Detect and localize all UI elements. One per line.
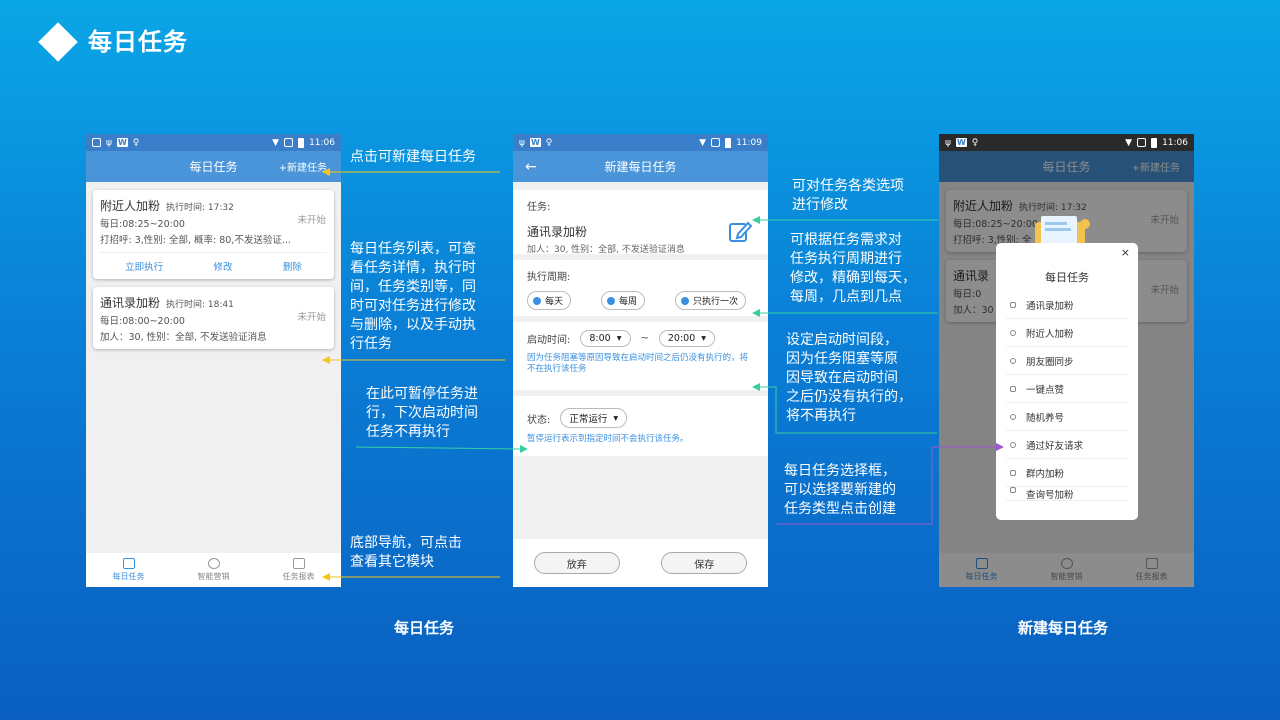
annotation-line: 行，下次启动时间 <box>366 405 478 421</box>
annotation-task-list: 每日任务列表，可查 看任务详情，执行时 间，任务类别等，同 时可对任务进行修改 … <box>350 240 476 354</box>
annotation-line: 查看其它模块 <box>350 554 434 570</box>
annotation-line: 将不再执行 <box>786 408 856 424</box>
annotation-line: 任务不再执行 <box>366 424 450 440</box>
annotation-line: 每日任务选择框， <box>784 463 896 479</box>
annotation-new-task: 点击可新建每日任务 <box>350 149 476 165</box>
annotation-period: 可根据任务需求对 任务执行周期进行 修改，精确到每天， 每周，几点到几点 <box>790 231 916 307</box>
annotation-line: 看任务详情，执行时 <box>350 260 476 276</box>
annotation-line: 每日任务列表，可查 <box>350 241 476 257</box>
annotation-line: 可根据任务需求对 <box>790 232 902 248</box>
annotation-line: 行任务 <box>350 336 392 352</box>
caption-daily-tasks: 每日任务 <box>394 619 455 637</box>
annotation-line: 修改，精确到每天， <box>790 270 916 286</box>
annotation-line: 每周，几点到几点 <box>790 289 902 305</box>
annotation-edit-options: 可对任务各类选项 进行修改 <box>792 177 904 215</box>
annotation-line: 间，任务类别等，同 <box>350 279 476 295</box>
annotation-line: 底部导航，可点击 <box>350 535 462 551</box>
annotation-line: 可以选择要新建的 <box>784 482 896 498</box>
annotation-line: 在此可暂停任务进 <box>366 386 478 402</box>
annotation-pause-task: 在此可暂停任务进 行，下次启动时间 任务不再执行 <box>366 385 478 442</box>
annotation-bottom-nav: 底部导航，可点击 查看其它模块 <box>350 534 462 572</box>
annotation-line: 因为任务阻塞等原 <box>786 351 898 367</box>
annotation-line: 可对任务各类选项 <box>792 178 904 194</box>
annotation-start-time: 设定启动时间段， 因为任务阻塞等原 因导致在启动时间 之后仍没有执行的， 将不再… <box>786 331 912 426</box>
annotation-line: 任务类型点击创建 <box>784 501 896 517</box>
annotation-line: 之后仍没有执行的， <box>786 389 912 405</box>
annotation-picker: 每日任务选择框， 可以选择要新建的 任务类型点击创建 <box>784 462 896 519</box>
annotation-line: 设定启动时间段， <box>786 332 898 348</box>
annotation-line: 因导致在启动时间 <box>786 370 898 386</box>
caption-new-task: 新建每日任务 <box>1018 619 1109 637</box>
annotation-line: 与删除，以及手动执 <box>350 317 476 333</box>
annotation-line: 时可对任务进行修改 <box>350 298 476 314</box>
annotation-line: 进行修改 <box>792 197 848 213</box>
connector-lines <box>322 168 1004 581</box>
annotation-line: 任务执行周期进行 <box>790 251 902 267</box>
